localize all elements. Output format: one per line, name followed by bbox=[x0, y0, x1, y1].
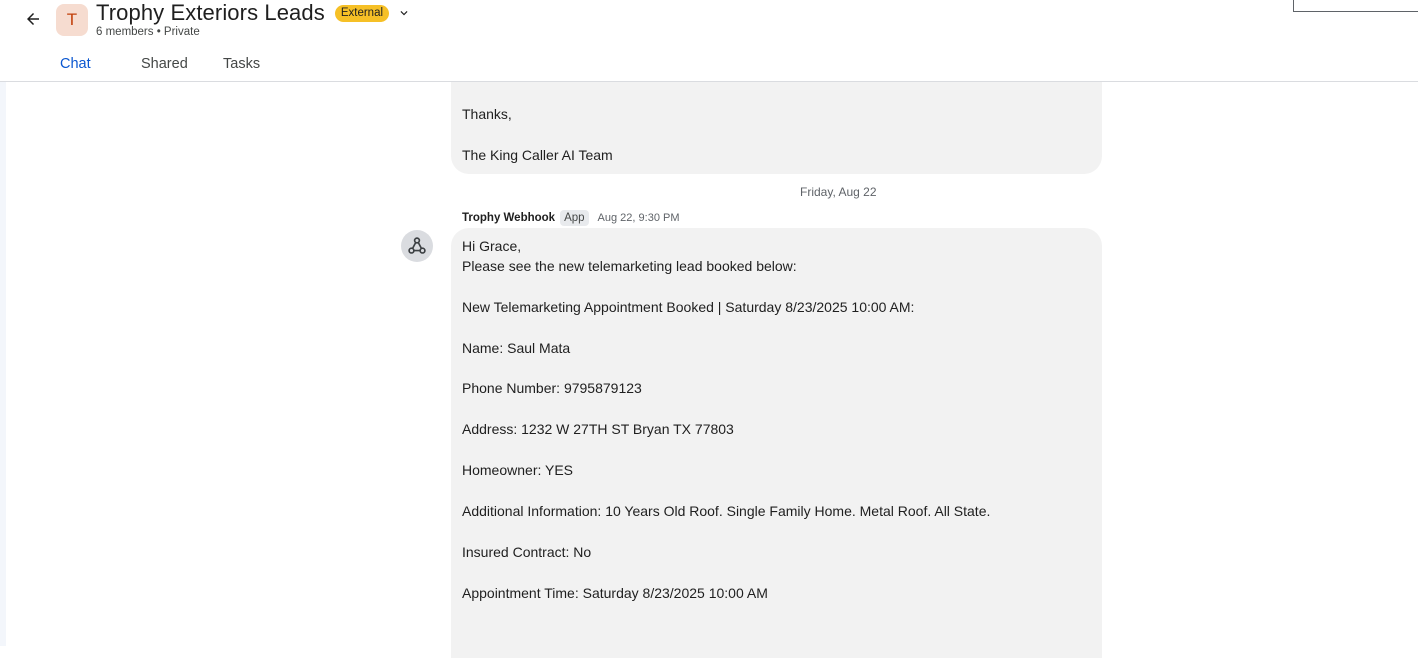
message-line: Phone Number: 9795879123 bbox=[462, 380, 642, 396]
space-avatar: T bbox=[56, 4, 88, 36]
date-separator: Friday, Aug 22 bbox=[800, 185, 877, 199]
back-arrow-icon bbox=[27, 13, 39, 25]
space-subtitle: 6 members • Private bbox=[96, 26, 200, 38]
message-line: Insured Contract: No bbox=[462, 544, 592, 560]
corner-search-box[interactable] bbox=[1293, 0, 1418, 12]
message-line: New Telemarketing Appointment Booked | S… bbox=[462, 299, 915, 315]
message-timestamp: Aug 22, 9:30 PM bbox=[597, 212, 680, 224]
left-edge bbox=[0, 0, 6, 646]
message-line: Name: Saul Mata bbox=[462, 340, 571, 356]
message-line: Hi Grace, bbox=[462, 238, 522, 254]
sender-avatar[interactable] bbox=[401, 230, 433, 262]
message-line: Additional Information: 10 Years Old Roo… bbox=[462, 503, 991, 519]
space-title[interactable]: Trophy Exteriors Leads bbox=[96, 0, 325, 26]
message-line: Homeowner: YES bbox=[462, 462, 574, 478]
tab-shared[interactable]: Shared bbox=[141, 52, 188, 76]
space-title-row: Trophy Exteriors Leads External bbox=[96, 0, 413, 26]
message-header: Trophy Webhook App Aug 22, 9:30 PM bbox=[462, 210, 680, 226]
sender-name[interactable]: Trophy Webhook bbox=[462, 212, 555, 224]
space-header: T Trophy Exteriors Leads External 6 memb… bbox=[0, 0, 1418, 82]
message-line: Address: 1232 W 27TH ST Bryan TX 77803 bbox=[462, 421, 734, 437]
message-line: Appointment Time: Saturday 8/23/2025 10:… bbox=[462, 585, 768, 601]
tab-tasks[interactable]: Tasks bbox=[223, 52, 260, 76]
external-badge: External bbox=[334, 4, 390, 22]
back-button[interactable] bbox=[22, 8, 44, 30]
message-line: Please see the new telemarketing lead bo… bbox=[462, 258, 797, 274]
app-badge: App bbox=[560, 210, 589, 226]
previous-message-line: The King Caller AI Team bbox=[462, 147, 613, 163]
webhook-icon bbox=[408, 237, 426, 254]
space-menu-button[interactable] bbox=[395, 4, 413, 22]
tab-chat[interactable]: Chat bbox=[60, 52, 91, 76]
previous-message-line: Thanks, bbox=[462, 106, 512, 122]
chevron-down-icon bbox=[400, 11, 408, 16]
